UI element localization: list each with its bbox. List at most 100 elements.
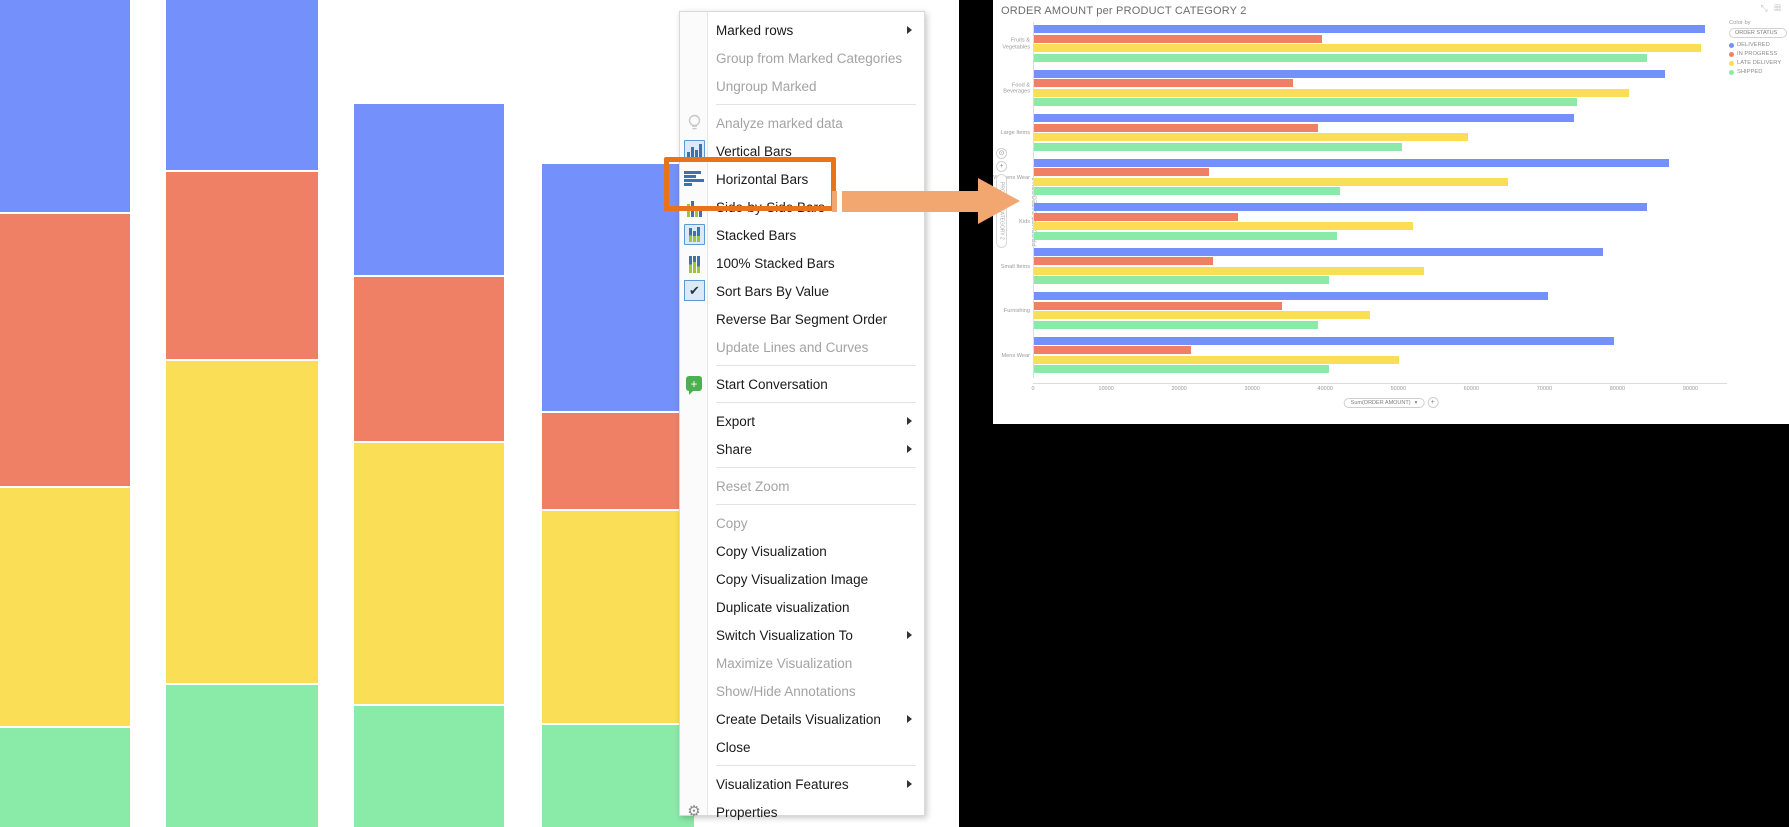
bar-segment[interactable] — [1034, 158, 1669, 167]
stacked-bar-segment[interactable] — [542, 724, 694, 827]
x-axis-tick-label: 60000 — [1463, 386, 1479, 392]
menu-item-switch-visualization-to[interactable]: Switch Visualization To — [680, 621, 924, 649]
menu-item-label: Visualization Features — [716, 776, 849, 792]
stacked-bar-segment[interactable] — [166, 685, 318, 827]
menu-item-copy-visualization[interactable]: Copy Visualization — [680, 537, 924, 565]
menu-item-sort-bars-by-value[interactable]: ✔ Sort Bars By Value — [680, 277, 924, 305]
bar-segment[interactable] — [1034, 98, 1578, 107]
menu-item-label: Switch Visualization To — [716, 627, 853, 643]
legend-item[interactable]: SHIPPED — [1729, 69, 1787, 75]
menu-item-label: Ungroup Marked — [716, 78, 817, 94]
menu-item-visualization-features[interactable]: Visualization Features — [680, 770, 924, 798]
menu-item-label: Marked rows — [716, 22, 794, 38]
arrow-tail — [832, 191, 837, 212]
x-axis-measure-pill[interactable]: Sum(ORDER AMOUNT) ▾ — [1343, 397, 1425, 408]
bar-segment[interactable] — [1034, 25, 1706, 34]
bar-segment[interactable] — [1034, 212, 1239, 221]
legend-item-label: SHIPPED — [1737, 69, 1763, 75]
menu-item-ungroup-marked: Ungroup Marked — [680, 72, 924, 100]
legend-item[interactable]: LATE DELIVERY — [1729, 60, 1787, 66]
context-menu-items[interactable]: Marked rows Group from Marked Categories U… — [680, 16, 924, 826]
bar-segment[interactable] — [1034, 355, 1399, 364]
bar-segment[interactable] — [1034, 203, 1647, 212]
legend-item[interactable]: DELIVERED — [1729, 42, 1787, 48]
stacked-bar-segment[interactable] — [354, 706, 504, 827]
stacked-bar-segment[interactable] — [354, 443, 504, 706]
bar-segment[interactable] — [1034, 142, 1403, 151]
bar-segment[interactable] — [1034, 44, 1702, 53]
stacked-bar-segment[interactable] — [0, 487, 130, 728]
menu-item-share[interactable]: Share — [680, 435, 924, 463]
stacked-bar-segment[interactable] — [542, 164, 694, 413]
bar-segment[interactable] — [1034, 231, 1337, 240]
menu-item-vertical-bars[interactable]: Vertical Bars — [680, 137, 924, 165]
menu-item-copy-visualization-image[interactable]: Copy Visualization Image — [680, 565, 924, 593]
bar-segment[interactable] — [1034, 311, 1370, 320]
menu-item-duplicate-visualization[interactable]: Duplicate visualization — [680, 593, 924, 621]
bar-segment[interactable] — [1034, 88, 1629, 97]
bar-segment[interactable] — [1034, 187, 1341, 196]
stacked-bar-segment[interactable] — [542, 412, 694, 511]
submenu-arrow-icon — [907, 445, 912, 453]
menu-item-label: Vertical Bars — [716, 143, 792, 159]
stacked-bar-column[interactable] — [0, 0, 130, 827]
legend-field-pill[interactable]: ORDER STATUS — [1729, 28, 1787, 38]
menu-item-stacked-bars[interactable]: Stacked Bars — [680, 221, 924, 249]
stacked-bar-segment[interactable] — [354, 277, 504, 444]
bar-segment[interactable] — [1034, 53, 1647, 62]
legend-item[interactable]: IN PROGRESS — [1729, 51, 1787, 57]
menu-item-export[interactable]: Export — [680, 407, 924, 435]
bar-segment[interactable] — [1034, 177, 1509, 186]
stacked-bar-segment[interactable] — [166, 171, 318, 361]
menu-item-start-conversation[interactable]: + Start Conversation — [680, 370, 924, 398]
menu-item-label: Group from Marked Categories — [716, 50, 903, 66]
bar-segment[interactable] — [1034, 222, 1414, 231]
legend-title: Color by — [1729, 20, 1751, 26]
bar-segment[interactable] — [1034, 292, 1549, 301]
bar-segment[interactable] — [1034, 69, 1665, 78]
bar-segment[interactable] — [1034, 257, 1213, 266]
bar-segment[interactable] — [1034, 133, 1469, 142]
bar-segment[interactable] — [1034, 336, 1614, 345]
bar-segment[interactable] — [1034, 114, 1574, 123]
stacked-bar-column[interactable] — [354, 104, 504, 827]
chevron-down-icon[interactable]: ▾ — [1415, 400, 1418, 406]
stacked-bar-segment[interactable] — [354, 104, 504, 278]
stacked-bar-segment[interactable] — [0, 727, 130, 827]
menu-item-marked-rows[interactable]: Marked rows — [680, 16, 924, 44]
bar-segment[interactable] — [1034, 365, 1330, 374]
stacked-bar-segment[interactable] — [0, 214, 130, 488]
stacked-bar-column[interactable] — [166, 0, 318, 827]
category-label: Small Items — [1000, 263, 1030, 270]
bar-segment[interactable] — [1034, 79, 1293, 88]
menu-item-properties[interactable]: ⚙ Properties — [680, 798, 924, 826]
legend-item-label: LATE DELIVERY — [1737, 60, 1782, 66]
bar-segment[interactable] — [1034, 301, 1283, 310]
stacked-bar-segment[interactable] — [166, 0, 318, 172]
bar-category-group: Mens Wear — [1002, 334, 1727, 379]
bar-segment[interactable] — [1034, 346, 1191, 355]
bar-segment[interactable] — [1034, 320, 1319, 329]
menu-item-label: Share — [716, 441, 753, 457]
bar-segment[interactable] — [1034, 276, 1330, 285]
menu-item-reverse-bar-segment-order[interactable]: Reverse Bar Segment Order — [680, 305, 924, 333]
bar-segment[interactable] — [1034, 123, 1319, 132]
menu-item-create-details-visualization[interactable]: Create Details Visualization — [680, 705, 924, 733]
bar-segment[interactable] — [1034, 168, 1210, 177]
stacked-bar-column[interactable] — [542, 164, 694, 827]
bar-segment[interactable] — [1034, 247, 1603, 256]
stacked-bar-segment[interactable] — [166, 360, 318, 686]
menu-item-100-stacked-bars[interactable]: 100% Stacked Bars — [680, 249, 924, 277]
menu-item-copy: Copy — [680, 509, 924, 537]
zoom-reset-button[interactable]: ⊙ — [996, 148, 1007, 159]
zoom-in-button[interactable]: + — [996, 161, 1007, 172]
bar-segment[interactable] — [1034, 34, 1323, 43]
panel-corner-icons[interactable]: ⤡ ▦ — [1760, 3, 1783, 14]
stacked-bar-segment[interactable] — [0, 0, 130, 215]
context-menu[interactable]: Marked rows Group from Marked Categories U… — [679, 11, 925, 820]
stacked-bar-segment[interactable] — [542, 510, 694, 725]
menu-item-close[interactable]: Close — [680, 733, 924, 761]
bar-segment[interactable] — [1034, 266, 1425, 275]
x-axis-selector[interactable]: Sum(ORDER AMOUNT) ▾ + — [1343, 397, 1439, 408]
add-axis-button[interactable]: + — [1427, 397, 1439, 408]
